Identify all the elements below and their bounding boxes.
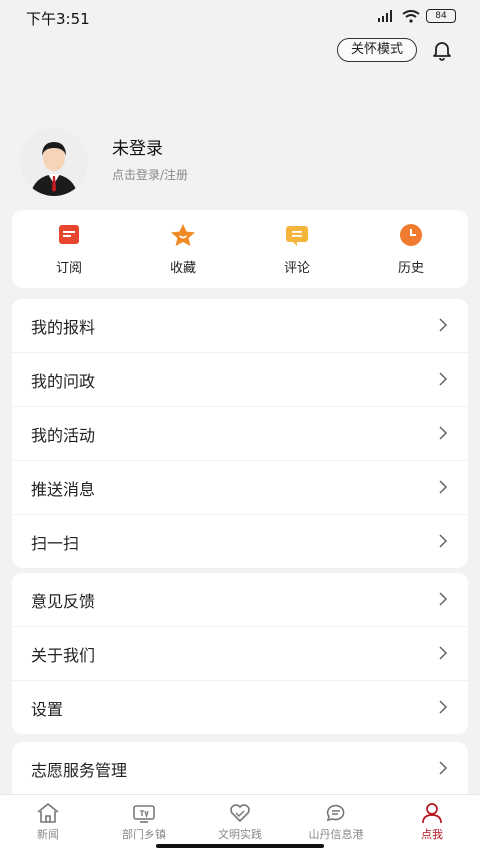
subscribe-icon xyxy=(59,224,79,244)
menu-label: 推送消息 xyxy=(31,479,96,499)
login-hint[interactable]: 点击登录/注册 xyxy=(112,166,188,183)
menu-item-scan[interactable]: 扫一扫 xyxy=(12,515,468,568)
avatar[interactable] xyxy=(20,128,88,196)
care-mode-button[interactable]: 关怀模式 xyxy=(337,38,417,62)
star-icon xyxy=(171,223,195,246)
quick-label: 订阅 xyxy=(55,260,82,276)
quick-label: 收藏 xyxy=(169,260,196,276)
nav-tab-me[interactable]: 点我 xyxy=(384,795,480,855)
user-icon xyxy=(422,803,442,824)
tv-icon xyxy=(133,805,155,823)
bell-icon[interactable] xyxy=(430,38,454,62)
menu-label: 志愿服务管理 xyxy=(31,760,128,780)
nav-label: 新闻 xyxy=(37,828,59,841)
menu-label: 我的报料 xyxy=(31,317,96,337)
menu-item-my-reports[interactable]: 我的报料 xyxy=(12,299,468,353)
chevron-right-icon xyxy=(439,761,448,775)
chevron-right-icon xyxy=(439,534,448,548)
menu-label: 意见反馈 xyxy=(31,591,96,611)
status-indicators: 84 xyxy=(376,9,456,23)
menu-label: 我的问政 xyxy=(31,371,96,391)
quick-item-favorites[interactable]: 收藏 xyxy=(133,223,233,276)
chevron-right-icon xyxy=(439,318,448,332)
chevron-right-icon xyxy=(439,480,448,494)
quick-item-comments[interactable]: 评论 xyxy=(247,223,347,276)
chevron-right-icon xyxy=(439,426,448,440)
quick-item-history[interactable]: 历史 xyxy=(361,223,461,276)
home-indicator[interactable] xyxy=(156,844,324,848)
profile-section[interactable]: 未登录 点击登录/注册 xyxy=(20,128,460,196)
comment-icon xyxy=(286,225,308,246)
menu-item-push-messages[interactable]: 推送消息 xyxy=(12,461,468,515)
nav-label: 文明实践 xyxy=(218,828,262,841)
menu-item-about-us[interactable]: 关于我们 xyxy=(12,627,468,681)
heart-icon xyxy=(230,804,250,823)
menu-label: 设置 xyxy=(31,699,64,719)
quick-actions-card: 订阅 收藏 评论 历史 xyxy=(12,210,468,288)
wifi-icon xyxy=(402,9,420,23)
quick-label: 评论 xyxy=(283,260,310,276)
default-avatar-icon xyxy=(20,128,88,196)
quick-label: 历史 xyxy=(397,260,424,276)
menu-item-settings[interactable]: 设置 xyxy=(12,681,468,734)
menu-item-my-inquiries[interactable]: 我的问政 xyxy=(12,353,468,407)
nav-label: 点我 xyxy=(421,828,443,841)
menu-group-1: 我的报料 我的问政 我的活动 推送消息 扫一扫 xyxy=(12,299,468,568)
menu-item-my-activities[interactable]: 我的活动 xyxy=(12,407,468,461)
status-bar: 下午3:51 84 xyxy=(0,0,480,36)
chevron-right-icon xyxy=(439,592,448,606)
menu-label: 我的活动 xyxy=(31,425,96,445)
menu-label: 扫一扫 xyxy=(31,533,80,553)
user-name[interactable]: 未登录 xyxy=(112,134,163,159)
menu-group-2: 意见反馈 关于我们 设置 xyxy=(12,573,468,734)
nav-label: 山丹信息港 xyxy=(308,828,364,841)
nav-label: 部门乡镇 xyxy=(122,828,166,841)
menu-group-3: 志愿服务管理 xyxy=(12,742,468,795)
menu-item-feedback[interactable]: 意见反馈 xyxy=(12,573,468,627)
chevron-right-icon xyxy=(439,372,448,386)
clock-icon xyxy=(400,223,422,246)
home-icon xyxy=(37,802,59,823)
menu-label: 关于我们 xyxy=(31,645,96,665)
chevron-right-icon xyxy=(439,700,448,714)
nav-tab-news[interactable]: 新闻 xyxy=(0,795,96,855)
signal-icon xyxy=(378,10,392,22)
chevron-right-icon xyxy=(439,646,448,660)
quick-item-subscribe[interactable]: 订阅 xyxy=(19,223,119,276)
battery-indicator: 84 xyxy=(426,9,456,23)
chat-icon xyxy=(326,804,345,822)
menu-item-volunteer-management[interactable]: 志愿服务管理 xyxy=(12,742,468,795)
status-time: 下午3:51 xyxy=(26,10,90,28)
